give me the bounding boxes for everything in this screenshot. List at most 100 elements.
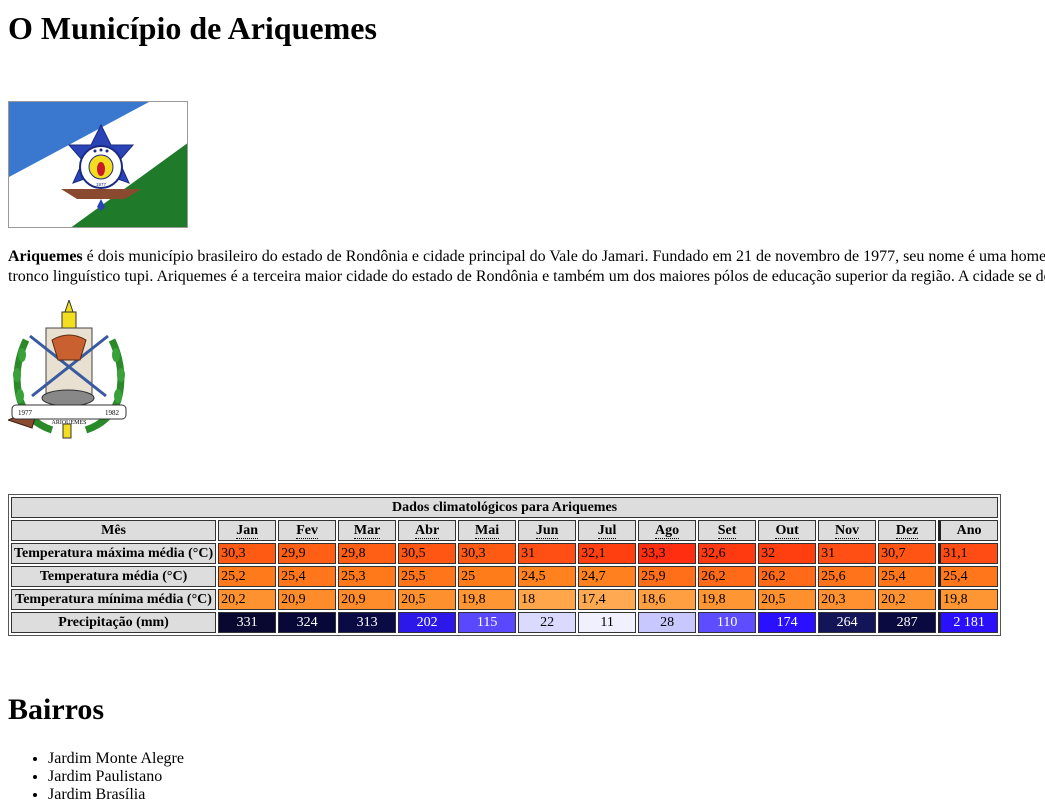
climate-year-cell: 19,8 [938,589,999,610]
climate-row: Precipitação (mm) 331 324 313 202 115 22 11 28 11… [11,612,999,633]
climate-cell: 33,3 [638,543,697,564]
climate-cell: 26,2 [698,566,757,587]
climate-cell: 20,2 [878,589,937,610]
month-header-abr: Abr [398,520,457,541]
climate-cell: 32,1 [578,543,637,564]
intro-bold-name: Ariquemes [8,248,83,265]
climate-cell: 32,6 [698,543,757,564]
climate-cell: 30,7 [878,543,937,564]
month-header-jan: Jan [218,520,277,541]
climate-cell: 25,6 [818,566,877,587]
month-header-set: Set [698,520,757,541]
climate-cell: 20,5 [758,589,817,610]
climate-cell: 24,5 [518,566,577,587]
bairro-list-item: Jardim Paulistano [48,768,184,786]
climate-row: Temperatura máxima média (°C) 30,3 29,9 29,… [11,543,999,564]
climate-cell: 174 [758,612,817,633]
climate-cell: 29,9 [278,543,337,564]
climate-cell: 19,8 [458,589,517,610]
climate-cell: 25,3 [338,566,397,587]
month-header-text: Mar [353,523,381,539]
climate-cell: 25,2 [218,566,277,587]
climate-cell: 25,5 [398,566,457,587]
climate-cell: 17,4 [578,589,637,610]
svg-text:1977: 1977 [96,182,107,187]
month-header-jul: Jul [578,520,637,541]
climate-cell: 30,5 [398,543,457,564]
climate-cell: 20,9 [278,589,337,610]
month-header-nov: Nov [818,520,877,541]
climate-cell: 20,2 [218,589,277,610]
climate-cell: 30,3 [218,543,277,564]
month-header-text: Mai [475,523,500,539]
month-header-text: Fev [296,523,318,539]
climate-cell: 20,9 [338,589,397,610]
bairro-list-item: Jardim Brasília [48,786,184,804]
bairro-list-item: Jardim Monte Alegre [48,750,184,768]
municipal-flag-image: 1977 [8,101,188,228]
month-header-text: Set [717,523,737,539]
month-header-ago: Ago [638,520,697,541]
climate-row: Temperatura mínima média (°C) 20,2 20,9 20,… [11,589,999,610]
climate-cell: 115 [458,612,517,633]
month-header-jun: Jun [518,520,577,541]
climate-row-label: Precipitação (mm) [11,612,217,633]
intro-paragraph: Ariquemes é dois município brasileiro do… [8,247,1045,287]
month-header-text: Dez [895,523,919,539]
climate-cell: 26,2 [758,566,817,587]
bairros-heading: Bairros [8,693,105,726]
climate-year-cell: 25,4 [938,566,999,587]
climate-cell: 18 [518,589,577,610]
climate-cell: 20,5 [398,589,457,610]
month-header-text: Ago [655,523,680,539]
climate-cell: 25,4 [278,566,337,587]
intro-text-line-2: tronco linguístico tupi. Ariquemes é a t… [8,268,1045,285]
climate-table: Dados climatológicos para Ariquemes Mês … [8,494,1002,636]
climate-row-label: Temperatura mínima média (°C) [11,589,217,610]
climate-cell: 19,8 [698,589,757,610]
month-header-label: Mês [11,520,217,541]
climate-cell: 331 [218,612,277,633]
month-header-mai: Mai [458,520,517,541]
climate-row-label: Temperatura média (°C) [11,566,217,587]
climate-year-cell: 2 181 [938,612,999,633]
month-header-dez: Dez [878,520,937,541]
month-header-text: Out [775,523,799,539]
month-header-mar: Mar [338,520,397,541]
climate-cell: 32 [758,543,817,564]
climate-year-cell: 31,1 [938,543,999,564]
climate-cell: 22 [518,612,577,633]
climate-cell: 29,8 [338,543,397,564]
bairros-list: Jardim Monte AlegreJardim PaulistanoJard… [8,750,184,804]
svg-text:1977: 1977 [18,409,33,417]
climate-cell: 25,4 [878,566,937,587]
month-header-text: Jul [597,523,617,539]
climate-cell: 31 [818,543,877,564]
climate-table-caption: Dados climatológicos para Ariquemes [11,497,999,518]
climate-cell: 287 [878,612,937,633]
month-header-fev: Fev [278,520,337,541]
month-header-text: Abr [415,523,440,539]
climate-row-label: Temperatura máxima média (°C) [11,543,217,564]
climate-cell: 202 [398,612,457,633]
climate-cell: 25,9 [638,566,697,587]
climate-cell: 28 [638,612,697,633]
climate-row: Temperatura média (°C) 25,2 25,4 25,3 25,5 25… [11,566,999,587]
climate-cell: 31 [518,543,577,564]
month-header-text: Jan [236,523,258,539]
page-title: O Município de Ariquemes [8,10,377,46]
coat-of-arms-image: 1977 1982 ARIQUEMES [6,298,130,440]
climate-cell: 11 [578,612,637,633]
climate-cell: 324 [278,612,337,633]
month-header-text: Jun [535,523,559,539]
intro-text-line-1: é dois município brasileiro do estado de… [82,248,1045,265]
svg-text:1982: 1982 [105,409,120,417]
climate-cell: 110 [698,612,757,633]
month-header-out: Out [758,520,817,541]
climate-cell: 313 [338,612,397,633]
year-header: Ano [938,520,999,541]
month-header-text: Nov [835,523,860,539]
climate-cell: 264 [818,612,877,633]
climate-cell: 18,6 [638,589,697,610]
climate-cell: 25 [458,566,517,587]
